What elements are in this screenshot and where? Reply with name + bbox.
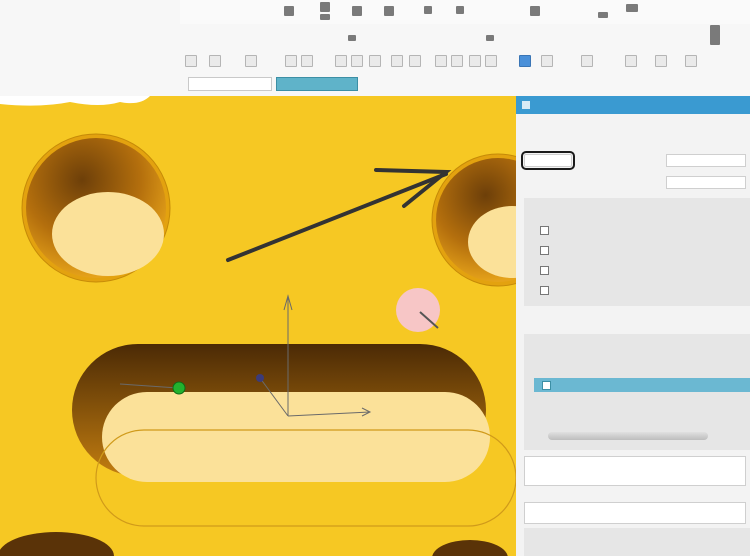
lower-field[interactable] <box>524 502 746 524</box>
selection-bar <box>188 77 518 93</box>
model-edge <box>0 96 150 106</box>
ribbon-toolbar <box>0 0 750 96</box>
bottom-section <box>524 528 750 556</box>
checkbox-icon[interactable] <box>540 246 549 255</box>
more-icon[interactable] <box>685 55 697 67</box>
edit-icon[interactable] <box>352 6 362 16</box>
zoom-icon[interactable] <box>335 55 347 67</box>
table-row[interactable] <box>534 378 750 392</box>
display-icon[interactable] <box>581 55 593 67</box>
checkbox-icon[interactable] <box>540 286 549 295</box>
tools-icon[interactable] <box>384 6 394 16</box>
group-expand-icon[interactable] <box>486 35 494 41</box>
view-icon[interactable] <box>424 6 432 14</box>
ribbon-menu-bar <box>180 0 750 24</box>
layer-icon[interactable] <box>655 55 667 67</box>
round-hole-left[interactable] <box>21 133 171 283</box>
help-icon[interactable] <box>626 4 638 12</box>
dimension-icon[interactable] <box>409 55 421 67</box>
snap-icon[interactable] <box>245 55 257 67</box>
rotate-icon[interactable] <box>301 55 313 67</box>
filter-icon[interactable] <box>209 55 221 67</box>
row-checkbox-icon[interactable] <box>542 381 551 390</box>
bottom-hole-left[interactable] <box>0 532 114 556</box>
option-checkbox-2[interactable] <box>540 246 553 256</box>
feature-icon[interactable] <box>320 14 330 20</box>
option-checkbox-1[interactable] <box>540 226 553 236</box>
menu-icon[interactable] <box>284 6 294 16</box>
cad-viewport[interactable] <box>0 96 516 556</box>
settings-icon[interactable] <box>530 6 540 16</box>
mirror-icon[interactable] <box>469 55 481 67</box>
checkbox-icon[interactable] <box>540 266 549 275</box>
window-icon[interactable] <box>456 6 464 14</box>
bottom-hole-right[interactable] <box>432 540 508 556</box>
appearance-icon[interactable] <box>625 55 637 67</box>
value-field-2[interactable] <box>666 176 746 189</box>
options-section <box>524 198 750 306</box>
cursor-highlight <box>396 288 440 332</box>
section-icon[interactable] <box>369 55 381 67</box>
text-area[interactable] <box>524 456 746 486</box>
option-checkbox-3[interactable] <box>540 266 553 276</box>
panel-toggle-icon[interactable] <box>710 25 720 45</box>
panel-header <box>516 96 750 114</box>
value-field-1[interactable] <box>666 154 746 167</box>
sketch-icon[interactable] <box>391 55 403 67</box>
select-icon[interactable] <box>185 55 197 67</box>
selection-filter-select[interactable] <box>188 77 272 91</box>
horizontal-scrollbar[interactable] <box>548 432 708 440</box>
checkbox-icon[interactable] <box>540 226 549 235</box>
slot-pocket[interactable] <box>72 344 516 527</box>
property-panel <box>516 96 750 556</box>
data-grid[interactable] <box>534 364 750 394</box>
minimize-icon[interactable] <box>598 12 608 18</box>
measure-icon[interactable] <box>519 55 531 67</box>
option-checkbox-4[interactable] <box>540 286 553 296</box>
panel-header-icon <box>522 101 530 109</box>
pattern-icon[interactable] <box>485 55 497 67</box>
feature-icon[interactable] <box>320 2 330 12</box>
type-field[interactable] <box>521 151 575 170</box>
origin-point[interactable] <box>172 381 186 395</box>
group-expand-icon[interactable] <box>348 35 356 41</box>
annotation-arrow <box>226 168 452 262</box>
pan-icon[interactable] <box>351 55 363 67</box>
ribbon-group-row <box>180 25 750 45</box>
model-canvas[interactable] <box>0 96 516 556</box>
hole-icon[interactable] <box>451 55 463 67</box>
render-icon[interactable] <box>541 55 553 67</box>
command-toolbar <box>185 52 705 70</box>
camera-view-icon[interactable] <box>285 55 297 67</box>
active-part-tab[interactable] <box>276 77 358 91</box>
constraint-icon[interactable] <box>435 55 447 67</box>
